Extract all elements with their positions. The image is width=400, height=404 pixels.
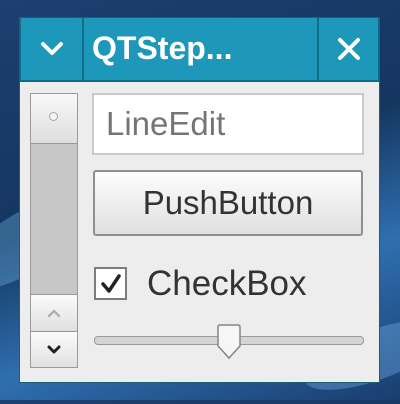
slider-handle[interactable] <box>216 324 242 360</box>
push-button[interactable]: PushButton <box>93 170 363 236</box>
close-icon <box>319 18 378 80</box>
scroll-up-button[interactable] <box>31 294 77 330</box>
window-menu-button[interactable] <box>20 18 83 81</box>
stepper-window: QTStep... PushButton CheckBox <box>20 18 379 382</box>
scrollbar-grip-icon <box>49 112 58 121</box>
horizontal-slider[interactable] <box>94 324 364 360</box>
push-button-label: PushButton <box>142 184 314 221</box>
chevron-down-icon <box>21 18 82 80</box>
close-button[interactable] <box>318 18 379 81</box>
chevron-down-icon <box>47 345 61 353</box>
chevron-up-icon <box>47 309 61 317</box>
checkmark-icon <box>100 273 121 293</box>
window-title-area[interactable]: QTStep... <box>83 18 318 81</box>
scrollbar-track[interactable] <box>31 144 77 294</box>
scroll-down-button[interactable] <box>31 331 77 367</box>
checkbox-label: CheckBox <box>147 264 307 303</box>
line-edit-input[interactable] <box>92 93 364 155</box>
scrollbar-handle[interactable] <box>31 94 77 144</box>
window-title: QTStep... <box>92 30 233 66</box>
title-bar[interactable]: QTStep... <box>20 18 379 82</box>
vertical-scrollbar[interactable] <box>30 93 78 368</box>
checkbox-box[interactable] <box>94 267 127 300</box>
